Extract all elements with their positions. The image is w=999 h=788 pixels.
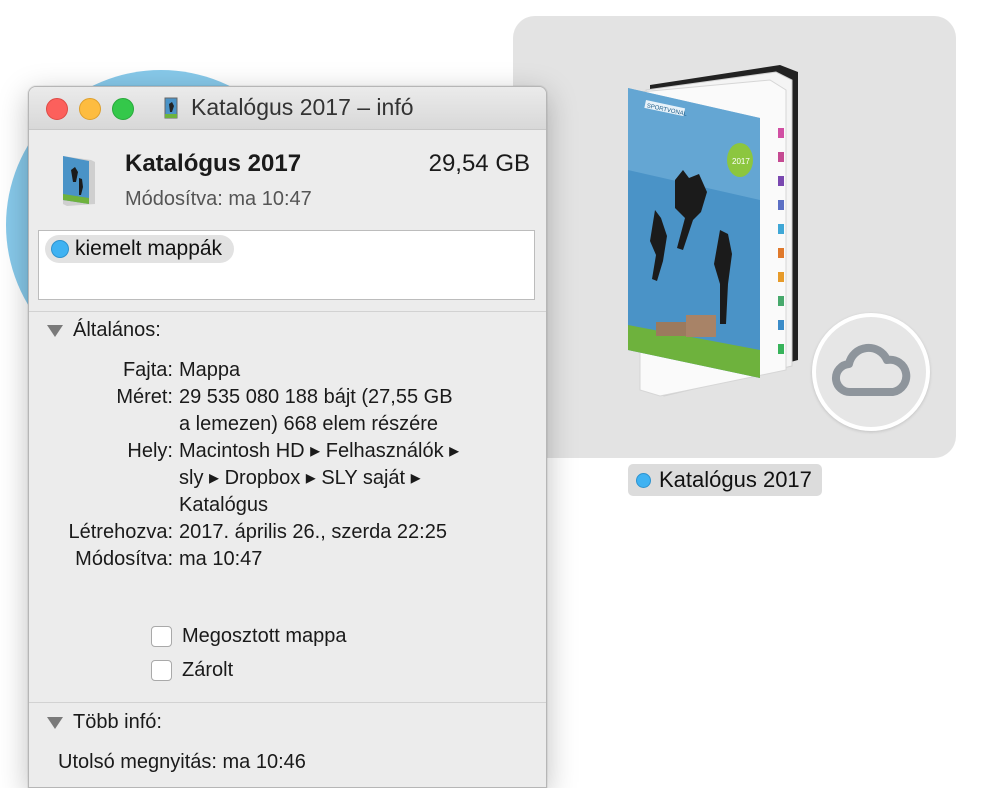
info-header: Katalógus 2017 29,54 GB Módosítva: ma 10… [29, 130, 546, 222]
info-row: a lemezen) 668 elem részére [29, 411, 546, 438]
info-value: 29 535 080 188 bájt (27,55 GB [179, 386, 453, 408]
tag-dot-icon [636, 472, 651, 488]
desktop-item-label[interactable]: Katalógus 2017 [628, 464, 822, 496]
window-title-text: Katalógus 2017 – infó [191, 94, 414, 120]
info-window: Katalógus 2017 – infó Katalógus 2017 29,… [28, 86, 547, 788]
info-row: Hely: Macintosh HD ▸ Felhasználók ▸ [29, 438, 546, 465]
icloud-badge [812, 313, 930, 431]
general-section-toggle[interactable]: Általános: [47, 319, 161, 342]
general-section-title: Általános: [73, 319, 161, 341]
desktop-item-label-text: Katalógus 2017 [659, 467, 812, 492]
item-modified: Módosítva: ma 10:47 [125, 188, 312, 210]
info-row: Módosítva: ma 10:47 [29, 546, 546, 573]
cover-year-badge: 2017 [732, 157, 750, 166]
zoom-button[interactable] [112, 98, 134, 120]
info-value: Macintosh HD ▸ Felhasználók ▸ [179, 440, 460, 462]
item-name: Katalógus 2017 [125, 150, 302, 177]
info-row: Katalógus [29, 492, 546, 519]
tag-label: kiemelt mappák [75, 237, 223, 260]
window-title: Katalógus 2017 – infó [163, 94, 414, 121]
info-key: Módosítva: [75, 548, 173, 570]
locked-label: Zárolt [182, 659, 234, 681]
book-icon: 2017 SPORTVONAL [628, 65, 798, 397]
window-controls [46, 98, 134, 120]
more-info-section-toggle[interactable]: Több infó: [47, 711, 162, 734]
info-value: ma 10:47 [179, 548, 263, 570]
cloud-icon [831, 343, 911, 397]
info-key [29, 465, 179, 492]
folder-preview-icon [63, 156, 95, 206]
shared-folder-label: Megosztott mappa [182, 625, 347, 647]
last-opened: Utolsó megnyitás: ma 10:46 [58, 751, 306, 773]
info-key: Méret: [116, 386, 173, 408]
document-proxy-icon[interactable] [163, 96, 179, 120]
title-bar[interactable]: Katalógus 2017 – infó [29, 87, 546, 130]
locked-checkbox[interactable] [151, 660, 172, 681]
info-row: Létrehozva: 2017. április 26., szerda 22… [29, 519, 546, 546]
info-key [29, 492, 179, 519]
catalog-folder-icon[interactable]: 2017 SPORTVONAL [620, 60, 830, 400]
tag-dot-icon [51, 240, 69, 258]
tags-field[interactable]: kiemelt mappák [38, 230, 535, 300]
info-key [29, 411, 179, 438]
minimize-button[interactable] [79, 98, 101, 120]
shared-folder-option[interactable]: Megosztott mappa [151, 625, 347, 648]
info-value: Katalógus [179, 494, 268, 516]
locked-option[interactable]: Zárolt [151, 659, 233, 682]
info-value: Mappa [179, 359, 241, 381]
tag-token[interactable]: kiemelt mappák [45, 235, 235, 263]
info-value: a lemezen) 668 elem részére [179, 413, 439, 435]
info-value: 2017. április 26., szerda 22:25 [179, 521, 447, 543]
disclosure-triangle-icon[interactable] [47, 324, 63, 337]
more-info-section-title: Több infó: [73, 711, 162, 733]
info-row: Fajta: Mappa [29, 357, 546, 384]
info-key: Fajta: [122, 359, 173, 381]
info-value: sly ▸ Dropbox ▸ SLY saját ▸ [179, 467, 421, 489]
divider [29, 311, 546, 312]
close-button[interactable] [46, 98, 68, 120]
shared-folder-checkbox[interactable] [151, 626, 172, 647]
info-key: Létrehozva: [68, 521, 173, 543]
general-info: Fajta: Mappa Méret: 29 535 080 188 bájt … [29, 357, 546, 573]
item-size: 29,54 GB [428, 150, 530, 177]
divider [29, 702, 546, 703]
info-key: Hely: [127, 440, 173, 462]
info-row: sly ▸ Dropbox ▸ SLY saját ▸ [29, 465, 546, 492]
info-row: Méret: 29 535 080 188 bájt (27,55 GB [29, 384, 546, 411]
disclosure-triangle-icon[interactable] [47, 716, 63, 729]
